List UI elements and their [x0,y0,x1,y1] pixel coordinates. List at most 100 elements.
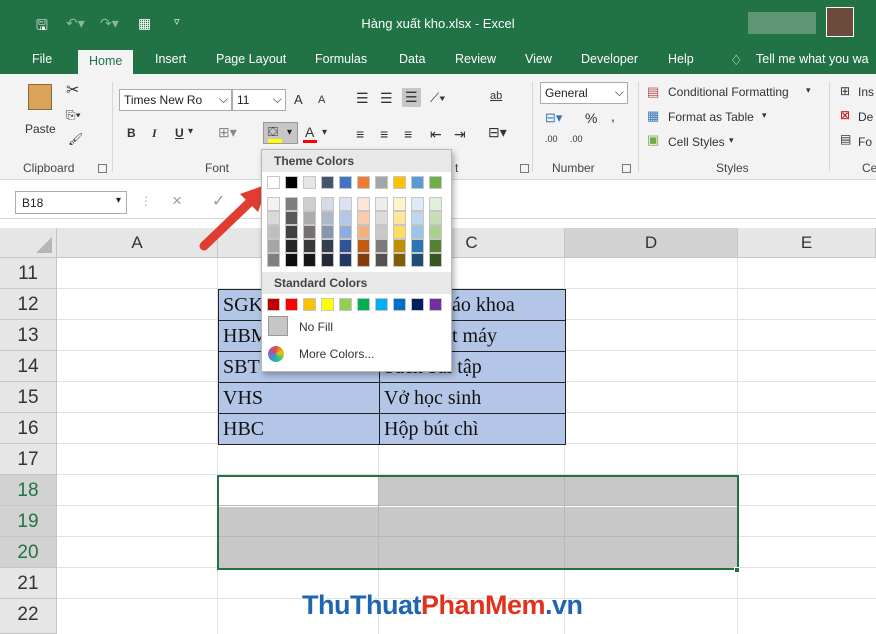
row-header-15[interactable]: 15 [0,382,57,413]
decrease-indent-icon[interactable]: ⇤ [430,126,442,143]
theme-shade-swatch[interactable] [375,197,388,211]
theme-shade-swatch[interactable] [411,225,424,239]
tab-data[interactable]: Data [399,52,425,66]
italic-button[interactable]: I [152,126,157,141]
theme-shade-swatch[interactable] [429,239,442,253]
row-header-21[interactable]: 21 [0,568,57,599]
theme-shade-swatch[interactable] [357,225,370,239]
theme-color-swatch[interactable] [303,176,316,189]
theme-shade-swatch[interactable] [429,197,442,211]
column-header-e[interactable]: E [738,228,876,258]
cell-c15[interactable]: Vở học sinh [379,382,566,414]
align-left-icon[interactable]: ≡ [356,126,364,142]
theme-shade-swatch[interactable] [267,211,280,225]
theme-shade-swatch[interactable] [285,197,298,211]
paste-icon[interactable] [28,84,52,110]
row-header-18[interactable]: 18 [0,475,57,506]
theme-shade-swatch[interactable] [267,239,280,253]
cut-icon[interactable]: ✂ [66,80,79,100]
tab-review[interactable]: Review [455,52,496,66]
underline-button[interactable]: U [175,126,184,140]
theme-shade-swatch[interactable] [303,239,316,253]
theme-color-swatch[interactable] [357,176,370,189]
theme-shade-swatch[interactable] [285,225,298,239]
theme-shade-swatch[interactable] [429,211,442,225]
cell-c16[interactable]: Hộp bút chì [379,413,566,445]
theme-shade-swatch[interactable] [429,225,442,239]
standard-color-swatch[interactable] [267,298,280,311]
theme-shade-swatch[interactable] [339,211,352,225]
tab-home[interactable]: Home [78,50,134,74]
delete-cells-button[interactable]: De [858,110,873,124]
chevron-down-icon[interactable]: ▾ [806,85,811,96]
theme-shade-swatch[interactable] [321,211,334,225]
standard-color-swatch[interactable] [429,298,442,311]
row-header-17[interactable]: 17 [0,444,57,475]
theme-shade-swatch[interactable] [303,253,316,267]
percent-button[interactable]: % [585,110,597,126]
decrease-font-size-button[interactable]: A [318,94,325,106]
theme-shade-swatch[interactable] [393,211,406,225]
font-color-button[interactable]: A [305,124,314,140]
row-header-19[interactable]: 19 [0,506,57,537]
theme-shade-swatch[interactable] [357,253,370,267]
standard-color-swatch[interactable] [375,298,388,311]
standard-color-swatch[interactable] [285,298,298,311]
theme-shade-swatch[interactable] [357,239,370,253]
theme-shade-swatch[interactable] [411,239,424,253]
row-header-16[interactable]: 16 [0,413,57,444]
wrap-text-button[interactable]: ab [490,90,502,102]
theme-shade-swatch[interactable] [393,253,406,267]
format-cells-button[interactable]: Fo [858,135,872,149]
theme-shade-swatch[interactable] [321,197,334,211]
alignment-launcher-icon[interactable] [520,164,529,173]
increase-font-size-button[interactable]: A [294,92,303,107]
theme-color-swatch[interactable] [339,176,352,189]
tab-insert[interactable]: Insert [155,52,186,66]
cell-b16[interactable]: HBC [218,413,380,445]
copy-icon[interactable]: ⎘▾ [66,108,81,123]
fill-color-button[interactable]: ⛋ ▾ [263,122,298,144]
decrease-decimal-button[interactable]: .00 [570,134,583,144]
theme-shade-swatch[interactable] [303,211,316,225]
align-middle-icon[interactable]: ☰ [380,90,393,107]
standard-color-swatch[interactable] [411,298,424,311]
theme-color-swatch[interactable] [411,176,424,189]
align-center-icon[interactable]: ≡ [380,126,388,142]
tab-formulas[interactable]: Formulas [315,52,367,66]
standard-color-swatch[interactable] [357,298,370,311]
theme-shade-swatch[interactable] [285,253,298,267]
insert-cells-button[interactable]: Ins [858,85,874,99]
theme-shade-swatch[interactable] [267,225,280,239]
theme-shade-swatch[interactable] [267,197,280,211]
cell-styles-button[interactable]: Cell Styles [668,135,725,149]
row-header-13[interactable]: 13 [0,320,57,351]
number-format-select[interactable]: General ⌵ [540,82,628,104]
select-all-corner[interactable] [0,228,57,258]
theme-shade-swatch[interactable] [393,239,406,253]
standard-color-swatch[interactable] [321,298,334,311]
column-header-d[interactable]: D [565,228,738,258]
tab-page-layout[interactable]: Page Layout [216,52,286,66]
chevron-down-icon[interactable]: ▾ [762,110,767,121]
format-as-table-button[interactable]: Format as Table [668,110,754,124]
theme-color-swatch[interactable] [429,176,442,189]
more-colors-option[interactable]: More Colors... [299,347,374,361]
theme-color-swatch[interactable] [285,176,298,189]
theme-shade-swatch[interactable] [339,253,352,267]
theme-shade-swatch[interactable] [393,225,406,239]
row-header-22[interactable]: 22 [0,599,57,634]
paste-button[interactable]: Paste [25,122,56,136]
name-box[interactable]: B18 ▾ [15,191,127,214]
bold-button[interactable]: B [127,126,136,140]
number-launcher-icon[interactable] [622,164,631,173]
theme-shade-swatch[interactable] [375,253,388,267]
theme-shade-swatch[interactable] [357,211,370,225]
theme-color-swatch[interactable] [321,176,334,189]
font-name-select[interactable]: Times New Ro ⌵ [119,89,232,111]
align-top-icon[interactable]: ☰ [356,90,369,107]
no-fill-icon[interactable] [268,316,288,336]
theme-shade-swatch[interactable] [411,253,424,267]
merge-center-icon[interactable]: ⊟▾ [488,124,507,141]
theme-shade-swatch[interactable] [375,225,388,239]
